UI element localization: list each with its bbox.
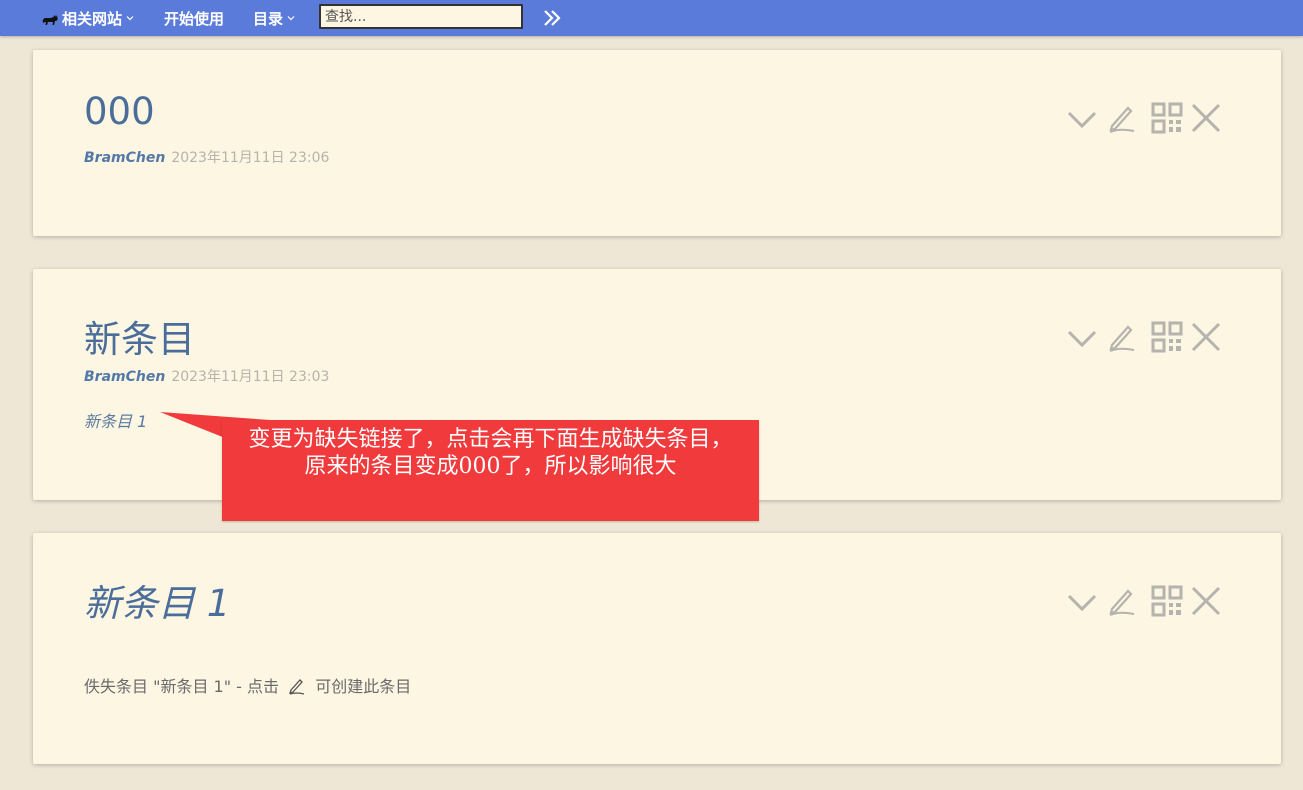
tiddler-author[interactable]: BramChen (84, 150, 165, 166)
related-sites-label: 相关网站 (62, 9, 123, 28)
chevron-down-icon[interactable] (1066, 321, 1098, 353)
contents-menu[interactable]: 目录 (253, 0, 296, 36)
qr-code-icon[interactable] (1151, 102, 1183, 134)
close-icon[interactable] (1190, 321, 1222, 353)
missing-notice-prefix: 佚失条目 "新条目 1" - 点击 (84, 677, 280, 696)
tiddler-date: 2023年11月11日 23:03 (171, 369, 330, 385)
pencil-icon (289, 679, 305, 695)
get-started-label: 开始使用 (164, 9, 225, 28)
annotation-text: 变更为缺失链接了，点击会再下面生成缺失条目，原来的条目变成000了，所以影响很大 (248, 427, 733, 479)
close-icon[interactable] (1190, 102, 1222, 134)
cat-icon (42, 14, 58, 25)
tiddler-title: 新条目 1 (84, 582, 231, 625)
qr-code-icon[interactable] (1151, 321, 1183, 353)
double-chevron-right-icon[interactable] (542, 8, 562, 28)
annotation-callout: 变更为缺失链接了，点击会再下面生成缺失条目，原来的条目变成000了，所以影响很大 (222, 420, 759, 521)
pencil-icon[interactable] (1106, 585, 1138, 617)
pencil-icon[interactable] (1106, 321, 1138, 353)
chevron-down-icon[interactable] (1066, 102, 1098, 134)
get-started-link[interactable]: 开始使用 (164, 0, 224, 36)
close-icon[interactable] (1190, 585, 1222, 617)
pencil-icon[interactable] (1106, 102, 1138, 134)
tiddler-author[interactable]: BramChen (84, 369, 165, 385)
top-menu-bar: 相关网站 开始使用 目录 (0, 0, 1303, 36)
missing-notice-suffix: 可创建此条目 (315, 677, 412, 696)
qr-code-icon[interactable] (1151, 585, 1183, 617)
tiddler-date: 2023年11月11日 23:06 (171, 150, 330, 166)
chevron-down-icon (126, 16, 134, 21)
tiddler-title: 新条目 (84, 318, 195, 361)
tiddler-subtitle: BramChen 2023年11月11日 23:03 (84, 366, 329, 386)
chevron-down-icon[interactable] (1066, 585, 1098, 617)
missing-tiddler-link[interactable]: 新条目 1 (84, 412, 147, 431)
contents-label: 目录 (253, 9, 284, 28)
missing-tiddler-notice: 佚失条目 "新条目 1" - 点击 可创建此条目 (84, 673, 411, 697)
tiddler-card-000: 000 BramChen 2023年11月11日 23:06 (33, 50, 1281, 236)
tiddler-subtitle: BramChen 2023年11月11日 23:06 (84, 147, 329, 167)
search-input[interactable] (319, 4, 523, 29)
tiddler-card-new-entry-1: 新条目 1 佚失条目 "新条目 1" - 点击 可创建此条目 (33, 533, 1281, 764)
related-sites-menu[interactable]: 相关网站 (41, 0, 135, 36)
tiddler-body: 新条目 1 (84, 408, 147, 432)
tiddler-title: 000 (84, 90, 155, 133)
chevron-down-icon (287, 16, 295, 21)
